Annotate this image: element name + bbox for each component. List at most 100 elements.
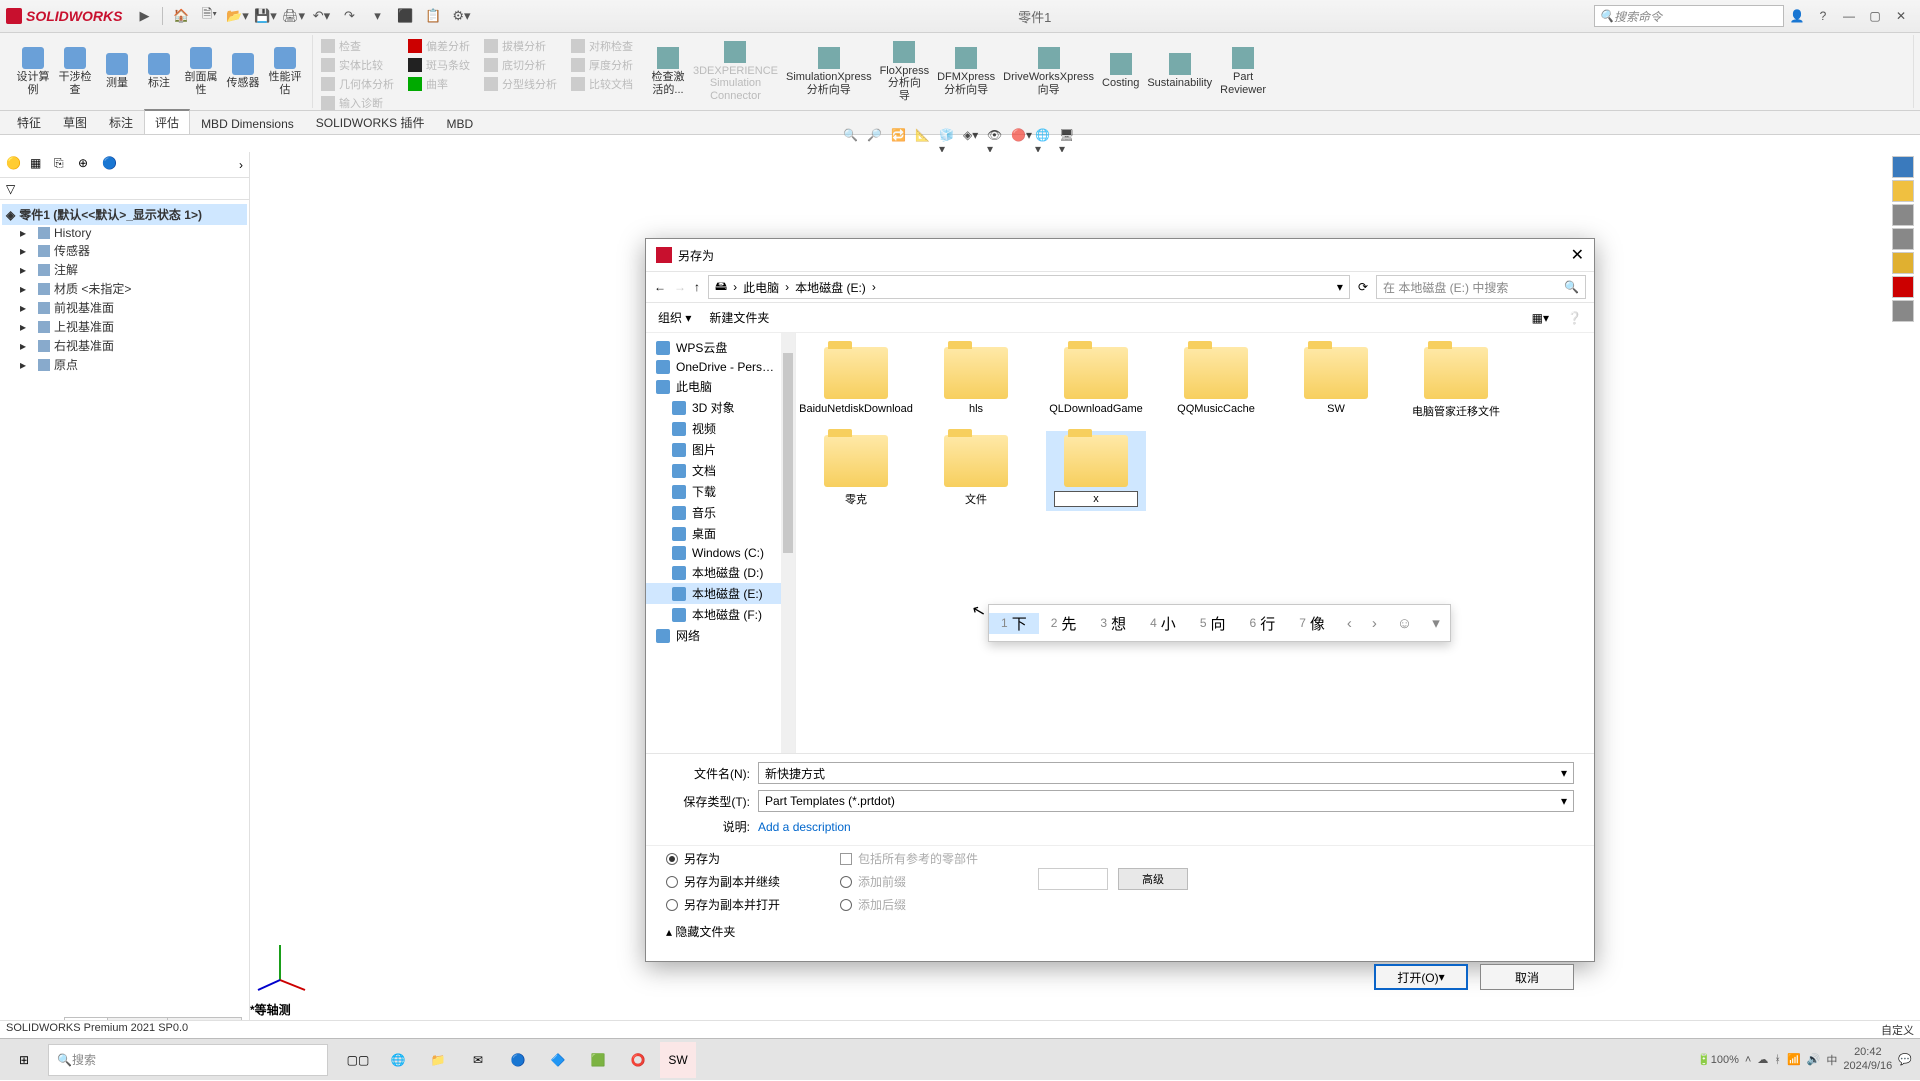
display-style-icon[interactable]: ◈▾ <box>963 128 981 146</box>
nav-scrollbar[interactable] <box>781 333 795 753</box>
nav-back-icon[interactable]: ← <box>654 280 666 294</box>
section-view-icon[interactable]: 📐 <box>915 128 933 146</box>
ime-candidate[interactable]: 6 行 <box>1238 613 1288 634</box>
ribbon-item[interactable]: 实体比较 <box>319 56 396 74</box>
dialog-search-input[interactable]: 在 本地磁盘 (E:) 中搜索 🔍 <box>1376 275 1586 299</box>
explorer-icon[interactable]: 📁 <box>420 1042 456 1078</box>
volume-icon[interactable]: 🔊 <box>1807 1053 1821 1066</box>
ribbon-button[interactable]: DriveWorksXpress 向导 <box>999 45 1098 97</box>
ribbon-button[interactable]: SimulationXpress 分析向导 <box>782 45 876 97</box>
new-folder-button[interactable]: 新建文件夹 <box>709 309 769 326</box>
folder-item[interactable]: 电脑管家迁移文件 <box>1406 343 1506 423</box>
advanced-button[interactable]: 高级 <box>1118 868 1188 890</box>
ime-control[interactable]: ‹ <box>1337 615 1362 632</box>
hide-folders-toggle[interactable]: ▴ 隐藏文件夹 <box>666 919 780 944</box>
ribbon-button[interactable]: Sustainability <box>1143 51 1216 91</box>
ribbon-item[interactable]: 偏差分析 <box>406 37 472 55</box>
ribbon-button[interactable]: 性能评 估 <box>264 45 306 97</box>
cloud-icon[interactable]: ☁ <box>1757 1053 1768 1066</box>
appearance-icon[interactable]: 🔴▾ <box>1011 128 1029 146</box>
ime-candidate[interactable]: 4 小 <box>1138 613 1188 634</box>
fm-tab-dim-icon[interactable]: ⊕ <box>78 156 96 174</box>
nav-item[interactable]: 文档 <box>646 460 795 481</box>
caret-icon[interactable]: ▶ <box>132 4 156 28</box>
dialog-help-icon[interactable]: ❔ <box>1567 311 1582 325</box>
ribbon-button[interactable]: 测量 <box>96 51 138 91</box>
taskpane-appearance-icon[interactable] <box>1892 276 1914 298</box>
ribbon-button[interactable]: DFMXpress 分析向导 <box>933 45 999 97</box>
save-as-radio[interactable]: 另存为 <box>666 850 780 867</box>
nav-item[interactable]: OneDrive - Pers… <box>646 358 795 376</box>
ime-candidate[interactable]: 3 想 <box>1088 613 1138 634</box>
view-mode-icon[interactable]: ▦▾ <box>1532 311 1549 325</box>
edge-icon[interactable]: 🌐 <box>380 1042 416 1078</box>
nav-item[interactable]: WPS云盘 <box>646 337 795 358</box>
options-icon[interactable]: 📋 <box>421 4 445 28</box>
ime-candidate[interactable]: 7 像 <box>1287 613 1337 634</box>
rebuild-icon[interactable]: ⬛ <box>393 4 417 28</box>
taskpane-explorer-icon[interactable] <box>1892 228 1914 250</box>
ribbon-item[interactable]: 比较文档 <box>569 75 635 93</box>
folder-item[interactable]: SW <box>1286 343 1386 423</box>
dialog-close-icon[interactable]: ✕ <box>1571 245 1584 265</box>
nav-item[interactable]: 此电脑 <box>646 376 795 397</box>
nav-item[interactable]: 图片 <box>646 439 795 460</box>
start-button[interactable]: ⊞ <box>0 1039 48 1081</box>
nav-item[interactable]: 桌面 <box>646 523 795 544</box>
app-icon-1[interactable]: 🔵 <box>500 1042 536 1078</box>
undo-icon[interactable]: ↶▾ <box>309 4 333 28</box>
minimize-icon[interactable]: — <box>1838 5 1860 27</box>
save-copy-open-radio[interactable]: 另存为副本并打开 <box>666 896 780 913</box>
ribbon-button[interactable]: 标注 <box>138 51 180 91</box>
ribbon-item[interactable]: 斑马条纹 <box>406 56 472 74</box>
view-orient-icon[interactable]: 🧊▾ <box>939 128 957 146</box>
fm-expand-icon[interactable]: › <box>239 158 243 172</box>
view-settings-icon[interactable]: 🖥▾ <box>1059 128 1077 146</box>
ribbon-item[interactable]: 拔模分析 <box>482 37 559 55</box>
ribbon-item[interactable]: 曲率 <box>406 75 472 93</box>
folder-item[interactable]: 文件 <box>926 431 1026 511</box>
ime-control[interactable]: ☺ <box>1387 615 1422 632</box>
ime-candidate-bar[interactable]: 1 下2 先3 想4 小5 向6 行7 像‹›☺▾ <box>988 604 1451 642</box>
taskbar-search-input[interactable]: 🔍 搜索 <box>48 1044 328 1076</box>
breadcrumb[interactable]: 🖴› 此电脑› 本地磁盘 (E:)› ▾ <box>708 275 1350 299</box>
organize-menu[interactable]: 组织 ▾ <box>658 309 691 326</box>
new-icon[interactable]: 🗎▾ <box>197 4 221 28</box>
zoom-fit-icon[interactable]: 🔍 <box>843 128 861 146</box>
nav-item[interactable]: 音乐 <box>646 502 795 523</box>
settings-icon[interactable]: ⚙▾ <box>449 4 473 28</box>
folder-item[interactable]: QLDownloadGame <box>1046 343 1146 423</box>
command-tab[interactable]: 标注 <box>98 110 144 134</box>
tree-item[interactable]: ▸ 右视基准面 <box>2 336 247 355</box>
clock[interactable]: 20:42 2024/9/16 <box>1843 1046 1892 1072</box>
folder-item[interactable]: hls <box>926 343 1026 423</box>
fm-tab-config-icon[interactable]: ⎘ <box>54 156 72 174</box>
battery-icon[interactable]: 🔋100% <box>1697 1053 1739 1066</box>
nav-item[interactable]: 本地磁盘 (E:) <box>646 583 795 604</box>
command-tab[interactable]: 草图 <box>52 110 98 134</box>
redo-icon[interactable]: ↷ <box>337 4 361 28</box>
command-search-input[interactable]: 🔍 搜索命令 <box>1594 5 1784 27</box>
nav-item[interactable]: Windows (C:) <box>646 544 795 562</box>
open-icon[interactable]: 📂▾ <box>225 4 249 28</box>
ime-control[interactable]: › <box>1362 615 1387 632</box>
select-icon[interactable]: ▾ <box>365 4 389 28</box>
tray-up-icon[interactable]: ˄ <box>1745 1054 1751 1066</box>
open-button[interactable]: 打开(O) ▾ <box>1374 964 1468 990</box>
ime-control[interactable]: ▾ <box>1422 614 1450 632</box>
ribbon-button[interactable]: 剖面属 性 <box>180 45 222 97</box>
prev-view-icon[interactable]: 🔁 <box>891 128 909 146</box>
taskpane-view-icon[interactable] <box>1892 252 1914 274</box>
command-tab[interactable]: SOLIDWORKS 插件 <box>305 110 436 134</box>
ribbon-button[interactable]: 3DEXPERIENCE Simulation Connector <box>689 39 782 103</box>
folder-item[interactable]: QQMusicCache <box>1166 343 1266 423</box>
nav-item[interactable]: 视频 <box>646 418 795 439</box>
task-view-icon[interactable]: ▢▢ <box>340 1042 376 1078</box>
wifi-icon[interactable]: 📶 <box>1787 1053 1801 1066</box>
refresh-icon[interactable]: ⟳ <box>1358 280 1368 294</box>
ribbon-item[interactable]: 分型线分析 <box>482 75 559 93</box>
ime-candidate[interactable]: 1 下 <box>989 613 1039 634</box>
save-icon[interactable]: 💾▾ <box>253 4 277 28</box>
taskpane-library-icon[interactable] <box>1892 204 1914 226</box>
folder-item[interactable]: BaiduNetdiskDownload <box>806 343 906 423</box>
